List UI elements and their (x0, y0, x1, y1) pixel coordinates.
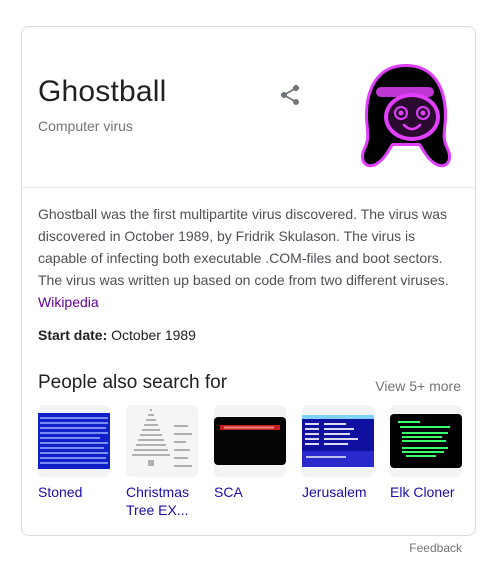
fact-start-date: Start date: October 1989 (38, 327, 196, 343)
view-more-link[interactable]: View 5+ more (375, 378, 461, 394)
stoned-screen-image (38, 413, 110, 469)
tile-christmas-tree[interactable]: Christmas Tree EX... (126, 405, 200, 519)
tile-label: SCA (214, 484, 243, 500)
fact-label: Start date: (38, 327, 108, 343)
tile-thumbnail (390, 405, 462, 477)
tile-elk-cloner[interactable]: Elk Cloner (390, 405, 464, 501)
tile-stoned[interactable]: Stoned (38, 405, 112, 501)
tile-thumbnail (214, 405, 286, 477)
share-icon (281, 85, 299, 105)
tile-sca[interactable]: SCA (214, 405, 288, 501)
share-button[interactable] (278, 83, 302, 107)
sca-screen-image (214, 417, 286, 465)
knowledge-panel: Ghostball Computer virus Ghostball was t (21, 26, 476, 536)
tile-label: Jerusalem (302, 484, 367, 500)
wikipedia-link[interactable]: Wikipedia (38, 291, 99, 313)
ghost-mascot-image (360, 63, 452, 168)
entity-image[interactable] (346, 57, 466, 177)
tile-jerusalem[interactable]: Jerusalem (302, 405, 376, 501)
fact-value: October 1989 (111, 327, 196, 343)
entity-title: Ghostball (38, 75, 167, 108)
jerusalem-screen-image (302, 415, 374, 467)
description-text: Ghostball was the first multipartite vir… (38, 206, 449, 288)
section-divider (22, 187, 475, 188)
tile-thumbnail (126, 405, 198, 477)
tile-label: Christmas Tree EX... (126, 484, 190, 518)
tile-thumbnail (302, 405, 374, 477)
tile-label: Elk Cloner (390, 484, 455, 500)
entity-subtitle: Computer virus (38, 118, 133, 134)
christmas-tree-image (126, 405, 198, 477)
entity-description: Ghostball was the first multipartite vir… (38, 203, 463, 313)
tile-label: Stoned (38, 484, 83, 500)
people-also-search-heading: People also search for (38, 372, 228, 393)
feedback-link[interactable]: Feedback (409, 541, 462, 555)
tile-thumbnail (38, 405, 110, 477)
elk-cloner-screen-image (390, 414, 462, 468)
